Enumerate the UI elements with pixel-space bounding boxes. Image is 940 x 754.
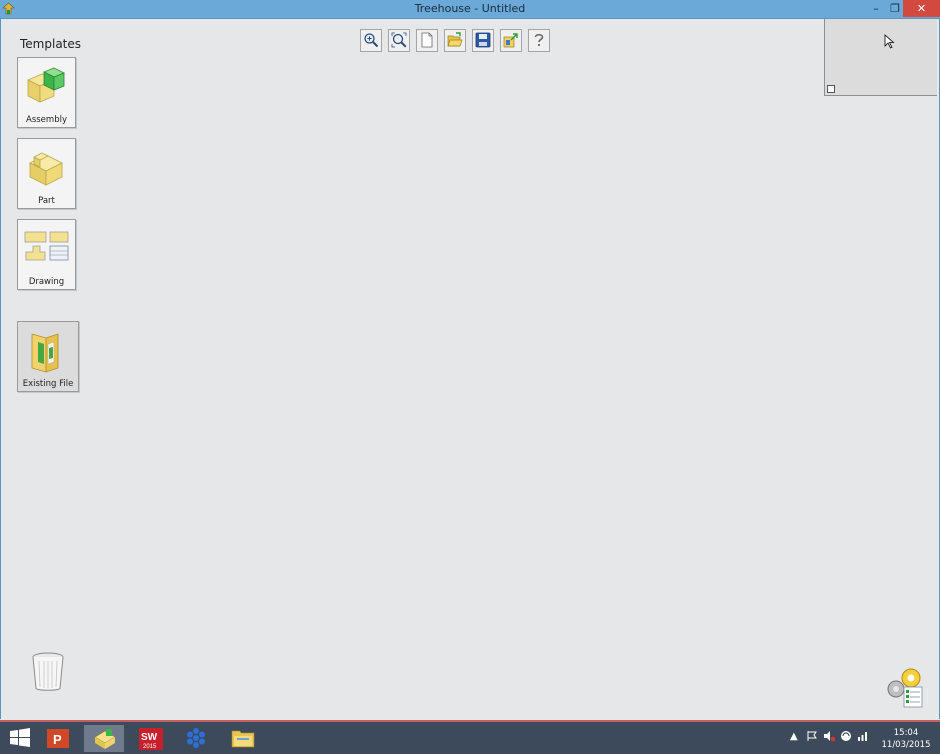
mouse-cursor-icon bbox=[884, 34, 895, 49]
new-document-button[interactable] bbox=[416, 29, 438, 52]
taskbar-file-explorer[interactable] bbox=[222, 725, 262, 752]
snowflake-app-icon bbox=[187, 728, 205, 748]
tray-overflow-caret[interactable]: ▲ bbox=[790, 731, 798, 742]
overview-panel[interactable] bbox=[824, 19, 937, 96]
template-label: Drawing bbox=[28, 277, 65, 287]
part-icon bbox=[29, 152, 63, 186]
taskbar-snowflake-app[interactable] bbox=[176, 725, 216, 752]
zoom-fit-icon bbox=[391, 32, 407, 48]
solidworks-2015-icon: SW 2015 bbox=[139, 728, 163, 750]
existing-file-label: Existing File bbox=[22, 379, 74, 389]
taskbar-solidworks[interactable]: SW 2015 bbox=[130, 725, 170, 752]
svg-text:P: P bbox=[53, 732, 62, 747]
template-part[interactable]: Part bbox=[17, 138, 76, 209]
settings-gear-icon[interactable] bbox=[884, 667, 926, 709]
new-document-icon bbox=[421, 32, 433, 48]
main-canvas[interactable] bbox=[0, 19, 940, 719]
zoom-in-icon bbox=[364, 33, 379, 48]
volume-muted-icon[interactable] bbox=[823, 730, 835, 742]
templates-heading: Templates bbox=[20, 37, 82, 51]
sync-icon[interactable] bbox=[840, 730, 852, 742]
file-explorer-icon bbox=[231, 730, 255, 748]
svg-text:2015: 2015 bbox=[143, 744, 157, 750]
folder-files-icon bbox=[31, 333, 59, 373]
taskbar-treehouse[interactable] bbox=[84, 725, 124, 752]
save-icon bbox=[475, 32, 491, 48]
export-button[interactable] bbox=[500, 29, 522, 52]
svg-text:SW: SW bbox=[141, 732, 158, 743]
action-center-flag-icon[interactable] bbox=[806, 730, 818, 742]
clock-date: 11/03/2015 bbox=[881, 740, 931, 750]
taskbar-powerpoint[interactable]: P bbox=[38, 725, 78, 752]
help-icon bbox=[534, 33, 544, 47]
assembly-icon bbox=[27, 67, 65, 103]
treehouse-icon bbox=[94, 729, 116, 749]
start-button[interactable] bbox=[0, 725, 40, 752]
taskbar: P SW 2015 ▲ 15:04 11/03/2015 bbox=[0, 720, 940, 754]
template-assembly[interactable]: Assembly bbox=[17, 57, 76, 128]
close-button[interactable]: ✕ bbox=[903, 0, 940, 17]
zoom-in-button[interactable] bbox=[360, 29, 382, 52]
template-label: Part bbox=[38, 196, 55, 206]
network-icon[interactable] bbox=[857, 730, 869, 742]
zoom-fit-button[interactable] bbox=[388, 29, 410, 52]
help-button[interactable] bbox=[528, 29, 550, 52]
template-drawing[interactable]: Drawing bbox=[17, 219, 76, 290]
taskbar-clock[interactable]: 15:04 11/03/2015 bbox=[878, 727, 934, 751]
export-icon bbox=[503, 33, 518, 48]
title-bar: Treehouse - Untitled – ❐ ✕ bbox=[0, 0, 940, 19]
powerpoint-icon: P bbox=[47, 729, 69, 748]
windows-start-icon bbox=[10, 728, 30, 747]
trash-bin-icon[interactable] bbox=[31, 651, 65, 693]
window-title: Treehouse - Untitled bbox=[414, 2, 526, 15]
existing-file-button[interactable]: Existing File bbox=[17, 321, 79, 392]
open-folder-button[interactable] bbox=[444, 29, 466, 52]
open-folder-icon bbox=[447, 32, 463, 47]
clock-time: 15:04 bbox=[893, 728, 919, 738]
save-button[interactable] bbox=[472, 29, 494, 52]
overview-resize-handle[interactable] bbox=[827, 85, 835, 93]
template-label: Assembly bbox=[26, 115, 67, 125]
drawing-icon bbox=[24, 231, 69, 261]
